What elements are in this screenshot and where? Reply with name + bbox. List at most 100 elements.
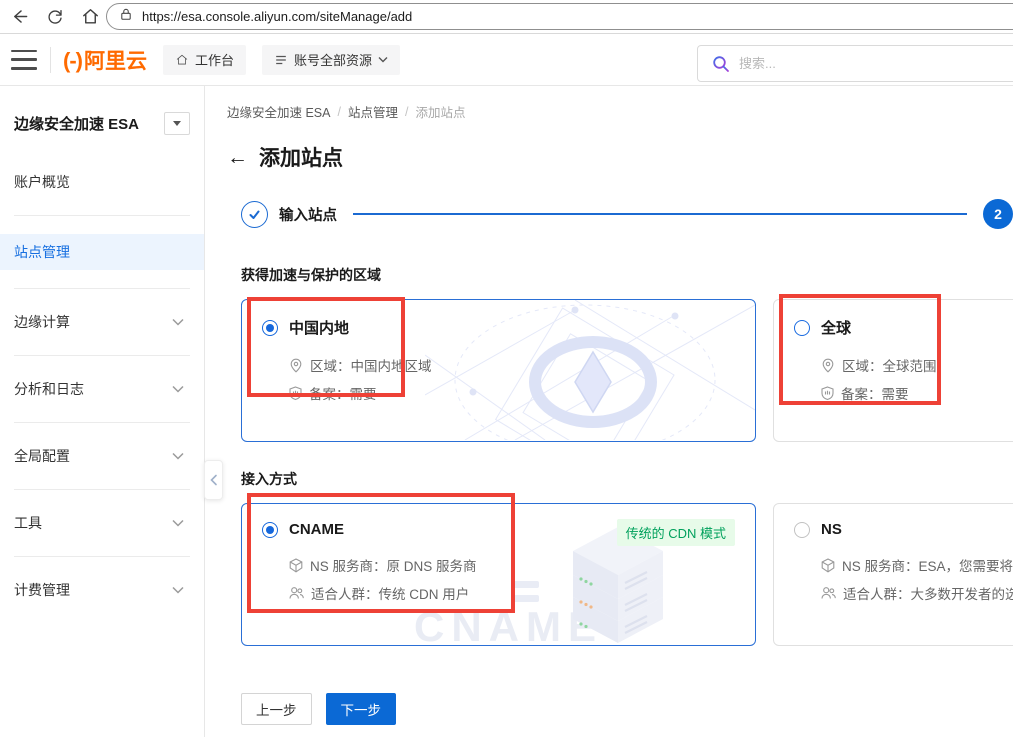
sidebar-divider [14,422,190,423]
sidebar-collapse-handle[interactable] [204,460,223,500]
chevron-left-icon [209,474,218,486]
workbench-label: 工作台 [195,50,234,69]
browser-back-icon[interactable] [8,6,30,28]
chevron-down-icon [172,452,184,460]
sidebar-item-label: 账户概览 [14,172,70,192]
region-section-title: 获得加速与保护的区域 [241,265,1013,285]
ns-provider-icon [289,558,303,573]
console-topbar: (-) 阿里云 工作台 账号全部资源 [0,34,1013,86]
region-scope-text: 区域：中国内地区域 [310,355,432,375]
sidebar-item-label: 边缘计算 [14,312,70,332]
stepper-connector [353,213,967,215]
access-section-title: 接入方式 [241,469,1013,489]
access-option-title: CNAME [289,521,344,538]
account-resources-button[interactable]: 账号全部资源 [262,45,400,75]
sidebar-item-site-management[interactable]: 站点管理 [0,234,204,270]
audience-people-icon [289,586,304,600]
sidebar-divider [14,355,190,356]
aliyun-logo-mark: (-) [63,48,82,74]
resources-list-icon [274,53,288,67]
region-option-title: 中国内地 [289,317,349,338]
record-shield-icon [289,386,302,401]
wizard-stepper: 输入站点 2 选择 [241,199,1013,229]
ns-provider-text: NS 服务商：原 DNS 服务商 [310,555,477,575]
sidebar-item-analytics-logs[interactable]: 分析和日志 [0,374,204,404]
chevron-down-icon [172,385,184,393]
location-pin-icon [821,358,835,373]
location-pin-icon [289,358,303,373]
search-input[interactable] [739,56,1013,71]
aliyun-logo-text: 阿里云 [84,45,147,75]
radio-cname[interactable] [262,522,278,538]
main-content: 边缘安全加速 ESA / 站点管理 / 添加站点 ← 添加站点 输入站点 2 选… [205,86,1013,737]
chevron-down-icon [172,586,184,594]
radio-china-mainland[interactable] [262,320,278,336]
page-title: 添加站点 [259,142,343,172]
search-icon [712,55,730,73]
breadcrumb-item-esa[interactable]: 边缘安全加速 ESA [227,102,331,121]
step2-number-badge: 2 [983,199,1013,229]
region-option-title: 全球 [821,317,851,338]
audience-people-icon [821,586,836,600]
browser-home-icon[interactable] [79,6,101,28]
cname-mode-badge: 传统的 CDN 模式 [617,519,735,546]
breadcrumb-separator: / [338,105,341,119]
sidebar-item-label: 全局配置 [14,446,70,466]
menu-hamburger-icon[interactable] [11,50,37,70]
breadcrumb-item-current: 添加站点 [415,102,465,121]
access-option-cname[interactable]: 传统的 CDN 模式 CNAME [241,503,756,646]
sidebar-item-account-overview[interactable]: 账户概览 [0,167,204,197]
workbench-button[interactable]: 工作台 [163,45,246,75]
sidebar-item-label: 分析和日志 [14,379,84,399]
sidebar-item-global-config[interactable]: 全局配置 [0,441,204,471]
sidebar-item-label: 计费管理 [14,580,70,600]
chevron-down-icon [378,56,388,63]
audience-text: 适合人群：大多数开发者的选择 [843,583,1013,603]
breadcrumb: 边缘安全加速 ESA / 站点管理 / 添加站点 [227,102,1013,121]
sidebar-divider [14,288,190,289]
aliyun-logo[interactable]: (-) 阿里云 [63,45,147,75]
radio-global[interactable] [794,320,810,336]
site-lock-icon[interactable] [119,7,133,26]
region-option-global[interactable]: 全球 区域：全球范围 备案：需要 [773,299,1013,442]
record-requirement-text: 备案：需要 [309,383,377,403]
product-switcher-button[interactable] [164,112,190,135]
browser-toolbar: https://esa.console.aliyun.com/siteManag… [0,0,1013,34]
region-option-china-mainland[interactable]: 中国内地 区域：中国内地区域 备案：需要 [241,299,756,442]
cname-watermark: CNAME [414,603,603,646]
sidebar-divider [14,215,190,216]
sidebar-item-tools[interactable]: 工具 [0,508,204,538]
breadcrumb-separator: / [405,105,408,119]
access-option-title: NS [821,521,842,538]
sidebar-item-label: 站点管理 [14,242,70,262]
topbar-divider [50,47,51,73]
console-search[interactable] [697,45,1013,82]
step1-label: 输入站点 [279,204,337,225]
sidebar-divider [14,556,190,557]
ns-provider-text: NS 服务商：ESA，您需要将原 DNS [842,555,1013,575]
next-step-button[interactable]: 下一步 [326,693,397,725]
sidebar-item-billing[interactable]: 计费管理 [0,575,204,605]
product-title: 边缘安全加速 ESA [14,113,139,134]
access-option-ns[interactable]: NS NS 服务商：ESA，您需要将原 DNS 适合人群：大多数开发者的选择 [773,503,1013,646]
ns-provider-icon [821,558,835,573]
sidebar-item-label: 工具 [14,513,42,533]
record-requirement-text: 备案：需要 [841,383,909,403]
workbench-home-icon [175,53,189,67]
region-scope-text: 区域：全球范围 [842,355,937,375]
chevron-down-icon [172,318,184,326]
url-text: https://esa.console.aliyun.com/siteManag… [142,9,412,24]
back-arrow-icon[interactable]: ← [227,147,248,168]
record-shield-icon [821,386,834,401]
step1-done-icon [241,201,268,228]
previous-step-button[interactable]: 上一步 [241,693,312,725]
account-resources-label: 账号全部资源 [294,50,372,69]
radio-ns[interactable] [794,522,810,538]
chevron-down-icon [172,519,184,527]
sidebar-item-edge-compute[interactable]: 边缘计算 [0,307,204,337]
breadcrumb-item-site-management[interactable]: 站点管理 [348,102,398,121]
browser-refresh-icon[interactable] [44,6,66,28]
audience-text: 适合人群：传统 CDN 用户 [311,583,469,603]
caret-down-icon [173,121,181,126]
address-bar[interactable]: https://esa.console.aliyun.com/siteManag… [106,3,1013,30]
